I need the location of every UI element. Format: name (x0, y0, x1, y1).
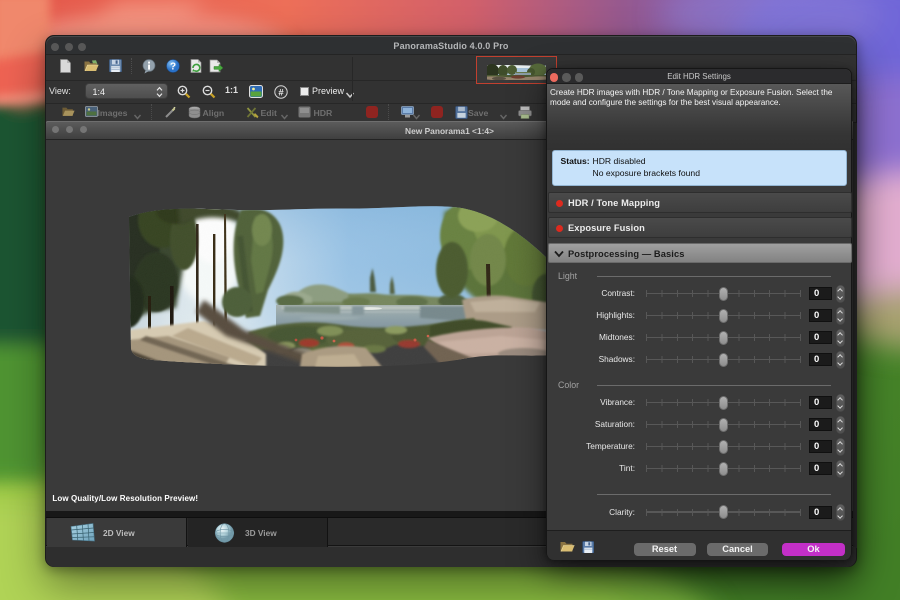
svg-text:#: # (278, 87, 284, 98)
svg-text:?: ? (170, 61, 176, 72)
